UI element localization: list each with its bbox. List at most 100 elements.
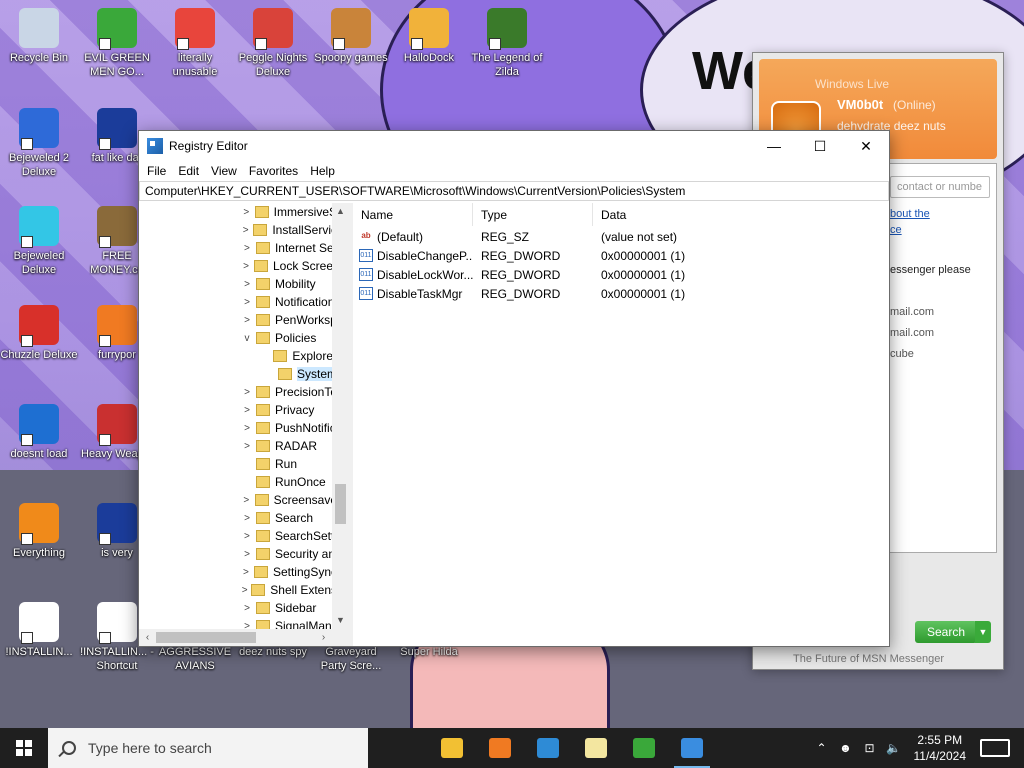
search-button[interactable]: Search (915, 621, 977, 643)
chevron-right-icon[interactable]: > (241, 243, 253, 254)
contact-item[interactable]: cube (890, 348, 914, 360)
notification-center-icon[interactable] (980, 739, 1010, 757)
desktop-icon[interactable]: literally unusable (156, 8, 234, 79)
desktop-icon[interactable]: Everything (0, 503, 78, 560)
search-contacts-input[interactable]: contact or numbe (890, 176, 990, 198)
volume-icon[interactable]: 🔈 (882, 741, 906, 755)
tree-item[interactable]: > Lock Screer (139, 257, 337, 275)
chevron-right-icon[interactable]: > (241, 585, 248, 596)
desktop-icon[interactable]: HalloDock (390, 8, 468, 65)
chevron-right-icon[interactable]: > (241, 225, 250, 236)
desktop-icon[interactable]: Peggle Nights Deluxe (234, 8, 312, 79)
tree-item[interactable]: Explorer (139, 347, 337, 365)
menu-favorites[interactable]: Favorites (243, 164, 304, 178)
desktop-icon[interactable]: The Legend of Zilda (468, 8, 546, 79)
tree-item[interactable]: > Sidebar (139, 599, 337, 617)
column-header-name[interactable]: Name (353, 203, 473, 226)
chevron-right-icon[interactable]: > (241, 603, 253, 614)
start-button[interactable] (0, 728, 48, 768)
tree-item[interactable]: > Shell Extens (139, 581, 337, 599)
tree-item[interactable]: > Privacy (139, 401, 337, 419)
tree-item[interactable]: > PrecisionTo (139, 383, 337, 401)
tree-item[interactable]: System (139, 365, 337, 383)
scroll-down-icon[interactable]: ▼ (332, 612, 349, 629)
chevron-right-icon[interactable]: > (241, 297, 253, 308)
desktop-icon[interactable]: Bejeweled Deluxe (0, 206, 78, 277)
chevron-right-icon[interactable]: > (241, 495, 252, 506)
msn-taskbar-icon[interactable] (620, 728, 668, 768)
tree-item[interactable]: v Policies (139, 329, 337, 347)
table-row[interactable]: ab (Default) REG_SZ (value not set) (353, 227, 889, 246)
menu-file[interactable]: File (141, 164, 172, 178)
desktop-icon[interactable]: Chuzzle Deluxe (0, 305, 78, 362)
table-row[interactable]: 011 DisableLockWor... REG_DWORD 0x00000001 … (353, 265, 889, 284)
scroll-right-icon[interactable]: › (315, 629, 332, 646)
messenger-username[interactable]: VM0b0t (837, 97, 883, 112)
registry-editor-window[interactable]: Registry Editor — ☐ ✕ File Edit View Fav… (138, 130, 890, 647)
chevron-down-icon[interactable]: v (241, 333, 253, 344)
regedit-taskbar-icon[interactable] (668, 728, 716, 768)
tree-item[interactable]: > Search (139, 509, 337, 527)
address-bar[interactable]: Computer\HKEY_CURRENT_USER\SOFTWARE\Micr… (139, 181, 889, 201)
chevron-right-icon[interactable]: > (241, 315, 253, 326)
tree-horizontal-scrollbar[interactable]: ‹ › (139, 629, 349, 646)
menu-help[interactable]: Help (304, 164, 341, 178)
tree-vertical-scrollbar[interactable]: ▲ ▼ (332, 203, 349, 629)
values-list-pane[interactable]: Name Type Data ab (Default) REG_SZ (value n… (353, 203, 889, 646)
key-tree-pane[interactable]: > ImmersiveS > InstallServic > Internet Set > L… (139, 203, 353, 646)
chevron-right-icon[interactable]: > (241, 279, 253, 290)
desktop-icon[interactable]: Bejeweled 2 Deluxe (0, 108, 78, 179)
chevron-right-icon[interactable]: > (241, 531, 253, 542)
menu-edit[interactable]: Edit (172, 164, 205, 178)
tree-item[interactable]: > ImmersiveS (139, 203, 337, 221)
tree-item[interactable]: > Internet Set (139, 239, 337, 257)
tree-item[interactable]: > Mobility (139, 275, 337, 293)
tree-item[interactable]: > Security an (139, 545, 337, 563)
tree-item[interactable]: > RADAR (139, 437, 337, 455)
minimize-button[interactable]: — (751, 131, 797, 161)
tree-item[interactable]: > Notification (139, 293, 337, 311)
table-row[interactable]: 011 DisableChangeP... REG_DWORD 0x00000001 … (353, 246, 889, 265)
scroll-thumb[interactable] (156, 632, 256, 643)
chevron-right-icon[interactable]: > (241, 441, 253, 452)
tree-item[interactable]: > PenWorksp (139, 311, 337, 329)
contact-email[interactable]: mail.com (890, 327, 934, 339)
chevron-right-icon[interactable]: > (241, 405, 253, 416)
search-dropdown-icon[interactable]: ▼ (975, 621, 991, 643)
menu-view[interactable]: View (205, 164, 243, 178)
messenger-link[interactable]: ce (890, 224, 902, 236)
chevron-right-icon[interactable]: > (241, 567, 251, 578)
tree-item[interactable]: RunOnce (139, 473, 337, 491)
table-row[interactable]: 011 DisableTaskMgr REG_DWORD 0x00000001 (1) (353, 284, 889, 303)
file-explorer-taskbar-icon[interactable] (428, 728, 476, 768)
msn-tray-icon[interactable]: ☻ (834, 741, 858, 755)
messenger-status[interactable]: (Online) (893, 98, 936, 112)
contact-email[interactable]: mail.com (890, 306, 934, 318)
desktop-icon[interactable]: EVIL GREEN MEN GO... (78, 8, 156, 79)
chevron-right-icon[interactable]: > (241, 513, 253, 524)
app-3-taskbar-icon[interactable] (524, 728, 572, 768)
close-button[interactable]: ✕ (843, 131, 889, 161)
clock[interactable]: 2:55 PM 11/4/2024 (914, 732, 967, 764)
scroll-thumb[interactable] (335, 484, 346, 524)
tree-item[interactable]: > PushNotific (139, 419, 337, 437)
maximize-button[interactable]: ☐ (797, 131, 843, 161)
scroll-left-icon[interactable]: ‹ (139, 629, 156, 646)
desktop-icon[interactable]: !INSTALLIN... (0, 602, 78, 659)
chevron-right-icon[interactable]: > (241, 387, 253, 398)
notepad-taskbar-icon[interactable] (572, 728, 620, 768)
title-bar[interactable]: Registry Editor — ☐ ✕ (139, 131, 889, 161)
network-icon[interactable]: ⊡ (858, 741, 882, 755)
tree-item[interactable]: > SearchSetti (139, 527, 337, 545)
column-header-data[interactable]: Data (593, 203, 733, 226)
chevron-right-icon[interactable]: > (241, 207, 252, 218)
tree-item[interactable]: > InstallServic (139, 221, 337, 239)
desktop-icon[interactable]: doesnt load (0, 404, 78, 461)
messenger-link[interactable]: bout the (890, 208, 930, 220)
scroll-up-icon[interactable]: ▲ (332, 203, 349, 220)
tree-item[interactable]: Run (139, 455, 337, 473)
column-header-type[interactable]: Type (473, 203, 593, 226)
desktop-icon[interactable]: Spoopy games (312, 8, 390, 65)
taskbar-search-box[interactable]: Type here to search (48, 728, 368, 768)
chevron-right-icon[interactable]: > (241, 261, 251, 272)
